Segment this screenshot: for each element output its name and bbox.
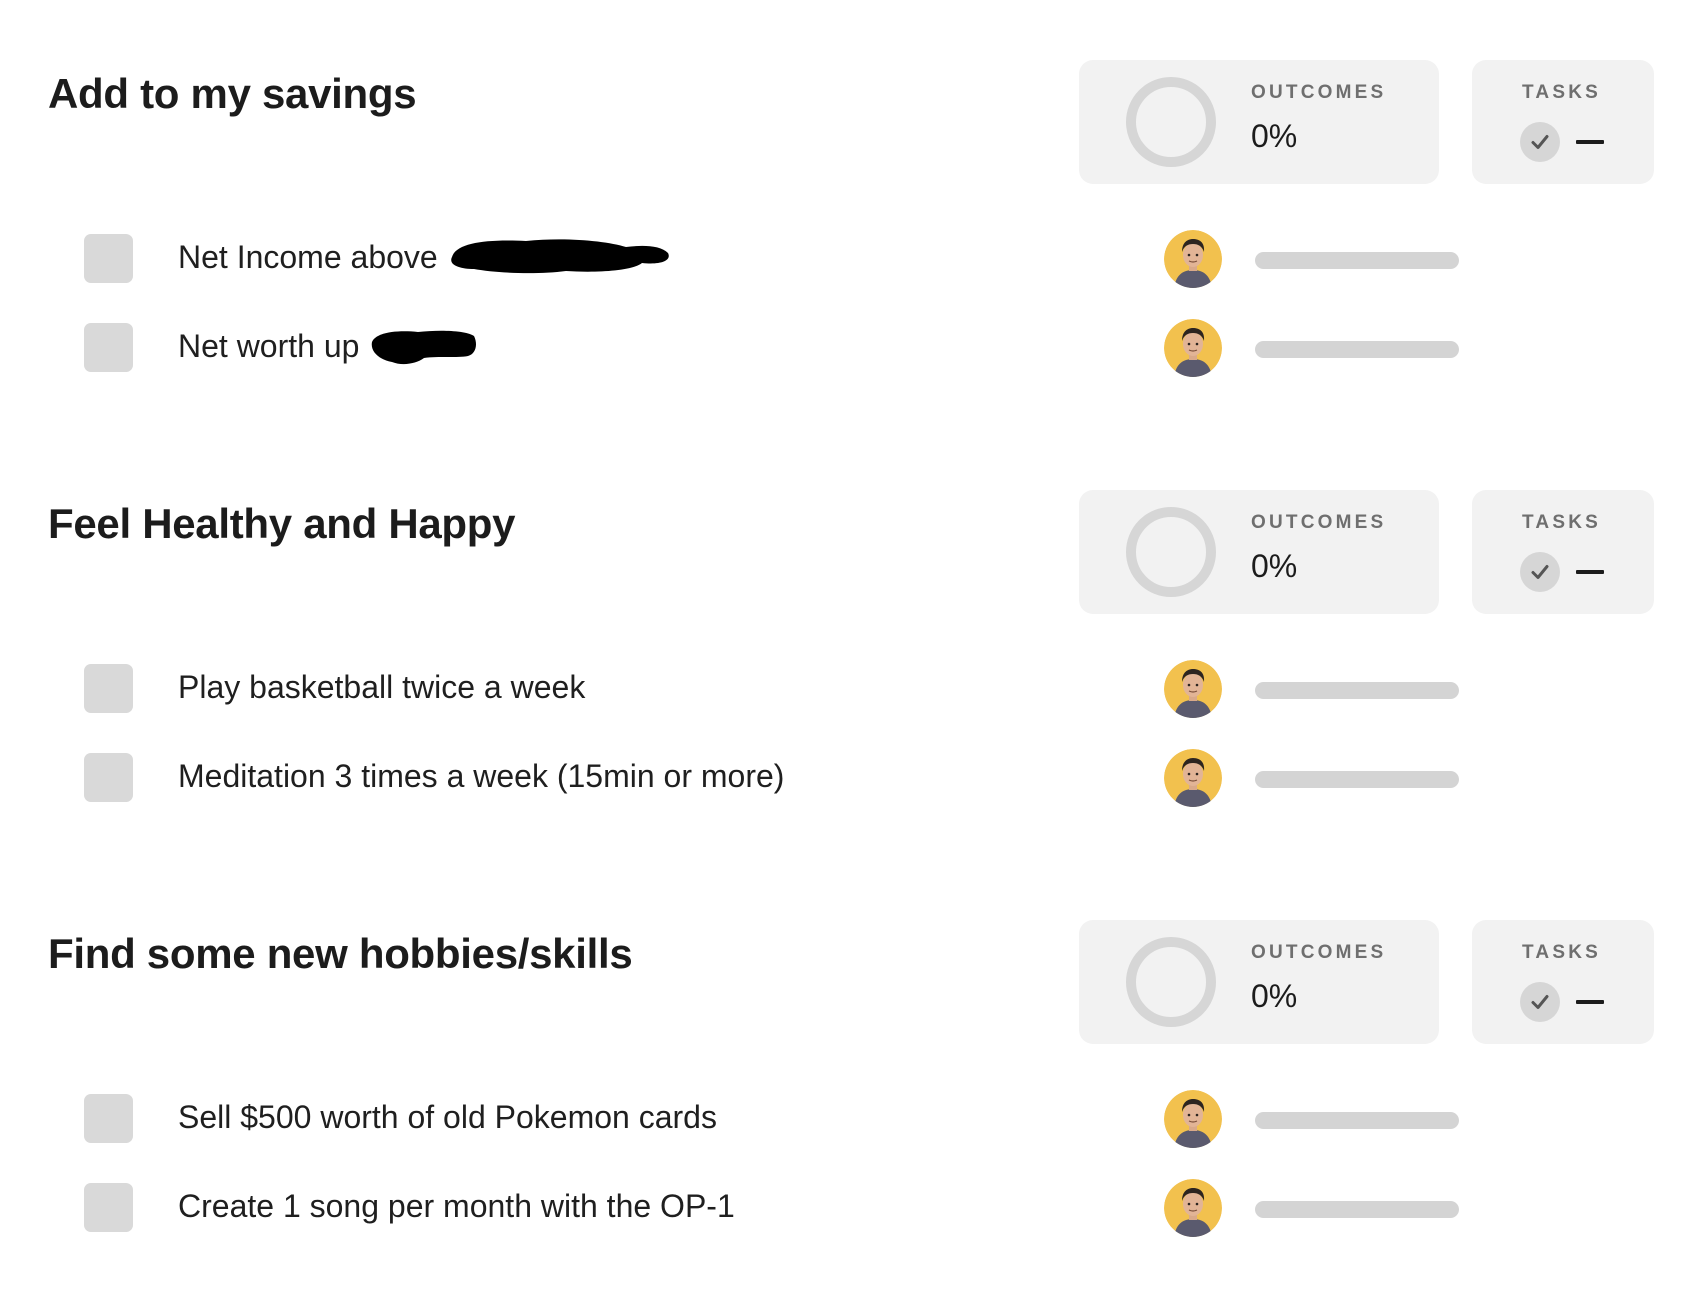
goal-title[interactable]: Find some new hobbies/skills [48, 926, 633, 982]
redaction-mark [451, 239, 669, 274]
outcome-text[interactable]: Sell $500 worth of old Pokemon cards [178, 1097, 717, 1137]
progress-bar [1255, 252, 1459, 269]
avatar[interactable] [1164, 319, 1222, 377]
goal-section: Find some new hobbies/skills OUTCOMES 0%… [0, 860, 1694, 1237]
tasks-empty-value: — [1576, 140, 1604, 144]
outcome-checkbox[interactable] [84, 234, 133, 283]
checkmark-icon [1520, 122, 1560, 162]
outcomes-percent: 0% [1251, 548, 1298, 584]
outcomes-progress-ring [1126, 77, 1216, 167]
tasks-summary-card[interactable]: TASKS — [1472, 60, 1654, 184]
tasks-label: TASKS [1522, 512, 1601, 533]
outcome-checkbox[interactable] [84, 1094, 133, 1143]
redaction-mark [371, 330, 476, 365]
outcome-text[interactable]: Create 1 song per month with the OP-1 [178, 1186, 735, 1226]
progress-bar [1255, 1112, 1459, 1129]
checkmark-icon [1520, 982, 1560, 1022]
goal-title[interactable]: Feel Healthy and Happy [48, 496, 516, 552]
progress-bar [1255, 341, 1459, 358]
progress-bar [1255, 771, 1459, 788]
outcome-checkbox[interactable] [84, 753, 133, 802]
avatar[interactable] [1164, 230, 1222, 288]
avatar[interactable] [1164, 1179, 1222, 1237]
avatar[interactable] [1164, 749, 1222, 807]
outcomes-progress-ring [1126, 507, 1216, 597]
outcomes-summary-card[interactable]: OUTCOMES 0% [1079, 920, 1439, 1044]
outcome-text[interactable]: Play basketball twice a week [178, 667, 585, 707]
progress-bar [1255, 1201, 1459, 1218]
outcome-row: Net Income above [0, 225, 1694, 289]
checkmark-icon [1520, 552, 1560, 592]
tasks-empty-value: — [1576, 1000, 1604, 1004]
goal-title[interactable]: Add to my savings [48, 66, 417, 122]
tasks-label: TASKS [1522, 82, 1601, 103]
outcomes-label: OUTCOMES [1251, 82, 1387, 103]
outcomes-label: OUTCOMES [1251, 942, 1387, 963]
outcomes-percent: 0% [1251, 118, 1298, 154]
outcome-row: Meditation 3 times a week (15min or more… [0, 744, 1694, 808]
outcomes-summary-card[interactable]: OUTCOMES 0% [1079, 490, 1439, 614]
avatar[interactable] [1164, 1090, 1222, 1148]
outcomes-label: OUTCOMES [1251, 512, 1387, 533]
outcomes-progress-ring [1126, 937, 1216, 1027]
outcome-text[interactable]: Net Income above [178, 237, 438, 277]
tasks-summary-card[interactable]: TASKS — [1472, 490, 1654, 614]
goal-section: Add to my savings OUTCOMES 0% TASKS — Ne… [0, 0, 1694, 377]
outcome-row: Play basketball twice a week [0, 655, 1694, 719]
tasks-empty-value: — [1576, 570, 1604, 574]
progress-bar [1255, 682, 1459, 699]
outcome-text[interactable]: Net worth up [178, 326, 359, 366]
tasks-summary-card[interactable]: TASKS — [1472, 920, 1654, 1044]
outcome-checkbox[interactable] [84, 664, 133, 713]
tasks-label: TASKS [1522, 942, 1601, 963]
outcome-row: Sell $500 worth of old Pokemon cards [0, 1085, 1694, 1149]
outcome-row: Net worth up [0, 314, 1694, 378]
outcome-checkbox[interactable] [84, 1183, 133, 1232]
outcome-checkbox[interactable] [84, 323, 133, 372]
goal-section: Feel Healthy and Happy OUTCOMES 0% TASKS… [0, 430, 1694, 807]
outcome-text[interactable]: Meditation 3 times a week (15min or more… [178, 756, 784, 796]
outcome-row: Create 1 song per month with the OP-1 [0, 1174, 1694, 1238]
outcomes-summary-card[interactable]: OUTCOMES 0% [1079, 60, 1439, 184]
outcomes-percent: 0% [1251, 978, 1298, 1014]
avatar[interactable] [1164, 660, 1222, 718]
